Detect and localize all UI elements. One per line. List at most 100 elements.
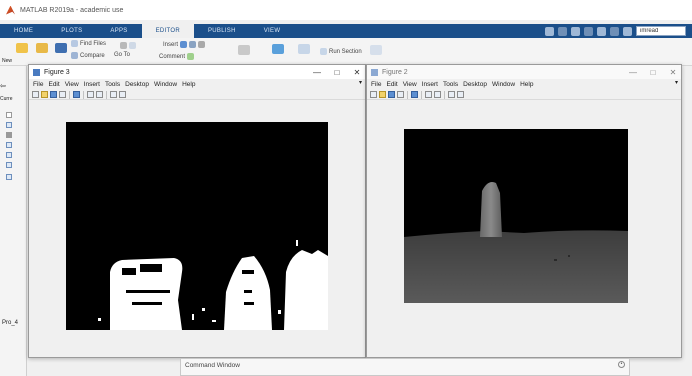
figure-2-title: Figure 2 (382, 68, 408, 76)
print-figure-icon[interactable] (59, 91, 66, 98)
folder-item[interactable] (6, 112, 12, 118)
menu-desktop[interactable]: Desktop (463, 81, 487, 88)
back-arrow-icon[interactable]: ⇦ (0, 82, 6, 90)
menu-help[interactable]: Help (520, 81, 533, 88)
file-item[interactable] (6, 162, 12, 168)
colorbar-icon[interactable] (425, 91, 432, 98)
legend-icon[interactable] (96, 91, 103, 98)
menu-edit[interactable]: Edit (48, 81, 59, 88)
binary-mask-image (66, 122, 328, 330)
insert-icon (180, 41, 188, 48)
matlab-title-bar: MATLAB R2019a - academic use (0, 0, 692, 20)
insert-label: Insert (163, 41, 179, 48)
close-button[interactable]: ✕ (665, 68, 681, 77)
cut-icon[interactable] (558, 26, 567, 36)
print-figure-icon[interactable] (397, 91, 404, 98)
new-button[interactable] (16, 43, 28, 53)
insert-button[interactable]: Insert (163, 41, 206, 48)
figure-2-title-bar[interactable]: Figure 2 — □ ✕ (367, 65, 681, 79)
tab-view[interactable]: VIEW (250, 24, 295, 38)
paste-icon[interactable] (584, 26, 593, 36)
run-section-icon (320, 48, 327, 55)
save-icon[interactable] (545, 26, 554, 36)
file-item[interactable] (6, 152, 12, 158)
run-and-time-button[interactable] (370, 45, 382, 55)
advance-button[interactable] (298, 44, 310, 54)
file-item[interactable] (6, 122, 12, 128)
print-icon (120, 42, 127, 49)
find-files-button[interactable]: Find Files (71, 40, 106, 47)
run-icon (272, 44, 284, 54)
edit-plot-icon[interactable] (448, 91, 455, 98)
new-figure-icon[interactable] (32, 91, 39, 98)
menu-edit[interactable]: Edit (386, 81, 397, 88)
tab-plots[interactable]: PLOTS (47, 24, 96, 38)
figure-3-menu-bar: File Edit View Insert Tools Desktop Wind… (29, 79, 365, 89)
close-button[interactable]: ✕ (349, 68, 365, 77)
figure-3-window[interactable]: Figure 3 — □ ✕ File Edit View Insert Too… (28, 64, 366, 358)
menu-window[interactable]: Window (154, 81, 177, 88)
menu-tools[interactable]: Tools (443, 81, 458, 88)
menu-window[interactable]: Window (492, 81, 515, 88)
save-figure-icon[interactable] (388, 91, 395, 98)
tab-publish[interactable]: PUBLISH (194, 24, 250, 38)
menu-help[interactable]: Help (182, 81, 195, 88)
menu-view[interactable]: View (403, 81, 417, 88)
run-button[interactable] (272, 44, 284, 54)
run-section-button[interactable]: Run Section (320, 48, 362, 55)
open-file-icon[interactable] (41, 91, 48, 98)
menu-file[interactable]: File (371, 81, 381, 88)
go-to-button[interactable]: Go To (114, 52, 130, 58)
menu-desktop[interactable]: Desktop (125, 81, 149, 88)
file-item[interactable] (6, 174, 12, 180)
go-to-label: Go To (114, 52, 130, 58)
command-window[interactable]: Command Window • (180, 358, 630, 376)
figure-3-toolbar (29, 90, 365, 100)
comment-button[interactable]: Comment (159, 53, 195, 60)
panel-options-icon[interactable]: • (618, 361, 625, 368)
figure-2-toolbar (367, 90, 681, 100)
save-figure-icon[interactable] (50, 91, 57, 98)
figure-2-window[interactable]: Figure 2 — □ ✕ File Edit View Insert Too… (366, 64, 682, 358)
tab-editor[interactable]: EDITOR (141, 24, 194, 38)
colorbar-icon[interactable] (87, 91, 94, 98)
copy-icon[interactable] (571, 26, 580, 36)
file-item[interactable] (6, 132, 12, 138)
documentation-search-input[interactable] (636, 26, 686, 36)
undo-icon[interactable] (597, 26, 606, 36)
menu-overflow-icon[interactable]: ▾ (359, 79, 362, 86)
file-item[interactable] (6, 142, 12, 148)
link-plot-icon[interactable] (411, 91, 418, 98)
legend-icon[interactable] (434, 91, 441, 98)
save-button[interactable] (55, 43, 67, 53)
menu-file[interactable]: File (33, 81, 43, 88)
open-file-icon[interactable] (379, 91, 386, 98)
editor-toolstrip: Find Files Compare Go To Insert Comment (0, 38, 692, 66)
compare-button[interactable]: Compare (71, 52, 105, 59)
open-button[interactable] (36, 43, 48, 53)
property-inspector-icon[interactable] (119, 91, 126, 98)
new-figure-icon[interactable] (370, 91, 377, 98)
menu-tools[interactable]: Tools (105, 81, 120, 88)
property-inspector-icon[interactable] (457, 91, 464, 98)
comment-icon (187, 53, 195, 60)
figure-2-menu-bar: File Edit View Insert Tools Desktop Wind… (367, 79, 681, 89)
link-plot-icon[interactable] (73, 91, 80, 98)
maximize-button[interactable]: □ (645, 68, 661, 77)
current-folder-panel: New ⇦ Curre Pro_4 (0, 58, 27, 376)
minimize-button[interactable]: — (625, 68, 641, 77)
menu-insert[interactable]: Insert (84, 81, 100, 88)
help-icon[interactable] (623, 26, 632, 36)
redo-icon[interactable] (610, 26, 619, 36)
minimize-button[interactable]: — (309, 68, 325, 77)
maximize-button[interactable]: □ (329, 68, 345, 77)
menu-insert[interactable]: Insert (422, 81, 438, 88)
menu-view[interactable]: View (65, 81, 79, 88)
print-button[interactable] (120, 42, 136, 49)
breakpoints-button[interactable] (238, 45, 250, 55)
tab-apps[interactable]: APPS (96, 24, 141, 38)
figure-3-title-bar[interactable]: Figure 3 — □ ✕ (29, 65, 365, 79)
edit-plot-icon[interactable] (110, 91, 117, 98)
menu-overflow-icon[interactable]: ▾ (675, 79, 678, 86)
tab-home[interactable]: HOME (0, 24, 47, 38)
